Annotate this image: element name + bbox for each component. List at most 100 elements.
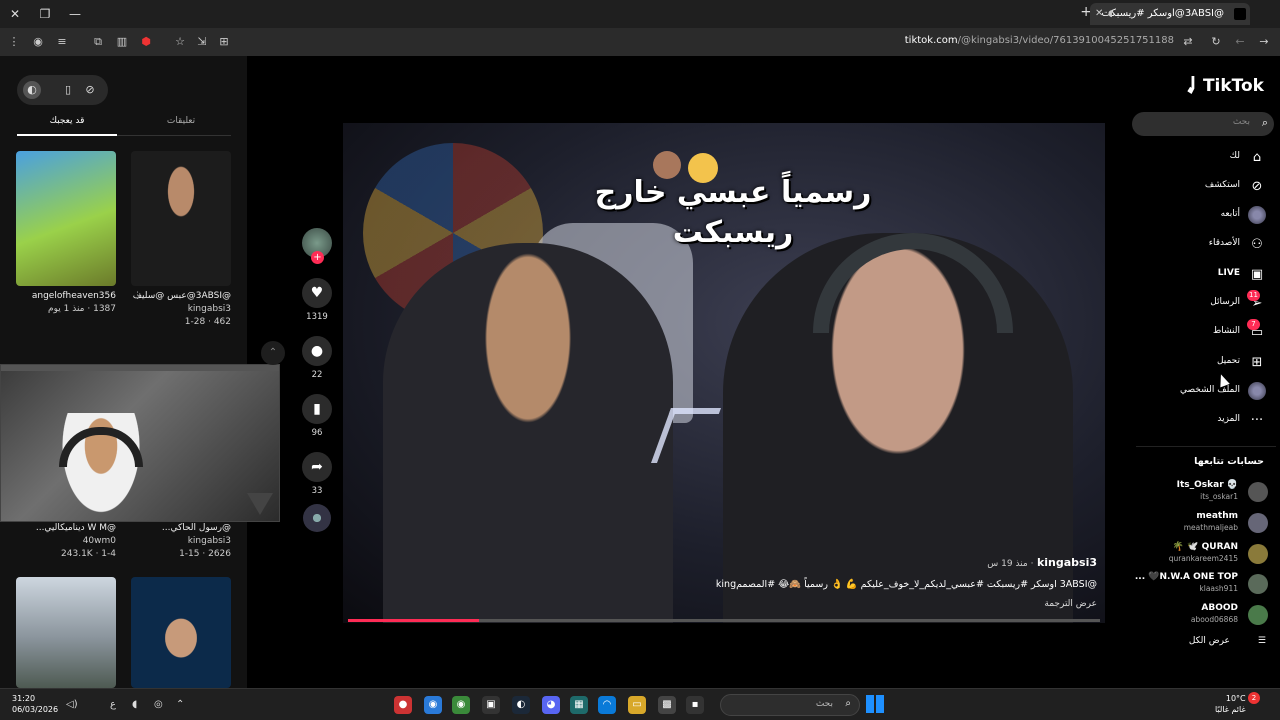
terminal-icon[interactable]: ▣ <box>482 696 500 714</box>
forward-icon[interactable]: ← <box>1232 34 1248 50</box>
tab-comments[interactable]: تعليقات <box>131 116 231 126</box>
app-icon[interactable]: ▩ <box>658 696 676 714</box>
bookmark-star-icon[interactable]: ☆ <box>172 34 188 50</box>
extension-2-icon[interactable]: ▥ <box>114 34 130 50</box>
phone-mode-icon[interactable]: ▯ <box>59 81 77 99</box>
temperature: 10°C <box>1225 694 1246 703</box>
video-author[interactable]: kingabsi3 · منذ 19 س <box>987 556 1097 569</box>
video-thumbnail[interactable] <box>131 577 231 688</box>
site-settings-icon[interactable]: ⇄ <box>1180 34 1196 50</box>
sidebar-item-messages[interactable]: ➢ 11 الرسائل <box>1138 290 1266 314</box>
app-icon[interactable]: ◉ <box>424 696 442 714</box>
sidebar-item-more[interactable]: ··· المزيد <box>1138 411 1266 431</box>
back-icon[interactable]: → <box>1256 34 1272 50</box>
search-icon[interactable]: ⌕ <box>1262 116 1268 130</box>
video-card[interactable] <box>16 577 116 688</box>
sidebar-item-label: استكشف <box>1204 180 1240 190</box>
like-button[interactable]: ♥ <box>302 278 332 308</box>
share-button[interactable]: ➦ <box>302 452 332 482</box>
video-thumbnail[interactable] <box>16 151 116 286</box>
comment-button[interactable]: ● <box>302 336 332 366</box>
sidebar-item-explore[interactable]: ⊘ استكشف <box>1138 177 1266 197</box>
minimize-window-icon[interactable]: — <box>64 4 86 24</box>
speaker-icon[interactable]: ◖ <box>1108 3 1113 25</box>
extension-icon[interactable]: ◉ <box>30 34 46 50</box>
reload-icon[interactable]: ↻ <box>1208 34 1224 50</box>
author-avatar[interactable]: + <box>302 228 332 264</box>
url-domain: tiktok.com <box>904 35 958 46</box>
taskbar-search-input[interactable]: بحث ⌕ <box>720 694 860 716</box>
save-button[interactable]: ▮ <box>302 394 332 424</box>
video-thumbnail[interactable] <box>16 577 116 688</box>
tab-you-may-like[interactable]: قد يعجبك <box>17 116 117 136</box>
account-handle: abood06868 <box>1190 615 1238 624</box>
cast-icon[interactable]: ⊞ <box>216 34 232 50</box>
file-explorer-icon[interactable]: ▭ <box>628 696 646 714</box>
followed-account[interactable]: ABOOD abood06868 <box>1138 603 1268 629</box>
followed-account[interactable]: 💀 Its_Oskar its_oskar1 <box>1138 480 1268 506</box>
restore-window-icon[interactable]: ❐ <box>34 4 56 24</box>
video-card[interactable]: ⋮ @3ABSI@عبس @سليف 7madh@... kingabsi3 4… <box>131 151 231 329</box>
sidebar-item-following[interactable]: أتابعه <box>1138 206 1266 226</box>
followed-account[interactable]: QURAN 🕊️ 🌴 qurankareem2415 <box>1138 542 1268 568</box>
discord-icon[interactable]: ◕ <box>542 696 560 714</box>
sidebar-item-friends[interactable]: ⚇ الأصدقاء <box>1138 235 1266 255</box>
chrome-icon[interactable]: ◉ <box>452 696 470 714</box>
volume-icon[interactable]: ◁) <box>66 699 78 710</box>
see-all-link[interactable]: ☰ عرض الكل <box>1189 636 1266 646</box>
progress-fill <box>348 619 479 622</box>
avatar-mode-icon[interactable]: ◐ <box>23 81 41 99</box>
sidebar-item-profile[interactable]: الملف الشخصي <box>1138 382 1266 402</box>
sidebar-item-upload[interactable]: ⊞ تحميل <box>1138 353 1266 373</box>
sidebar-item-activity[interactable]: ▭ 7 النشاط <box>1138 319 1266 343</box>
adblock-icon[interactable]: ⬢ <box>138 34 154 50</box>
video-thumbnail[interactable] <box>131 151 231 286</box>
extensions-puzzle-icon[interactable]: ⧉ <box>90 34 106 50</box>
scroll-up-button[interactable]: ⌃ <box>261 341 285 365</box>
install-app-icon[interactable]: ⇲ <box>194 34 210 50</box>
microphone-icon[interactable]: ◖ <box>132 699 137 710</box>
more-options-icon[interactable]: ⋮ <box>133 291 142 301</box>
weather-widget[interactable]: 10°C غائم غالبًا <box>1215 693 1246 715</box>
account-avatar <box>1248 482 1268 502</box>
search-input[interactable]: بحث ⌕ <box>1132 112 1274 136</box>
app-icon[interactable]: ▪ <box>686 696 704 714</box>
webcam-overlay <box>0 364 280 522</box>
menu-dots-icon[interactable]: ⋮ <box>6 34 22 50</box>
follow-plus-icon[interactable]: + <box>311 251 324 264</box>
video-progress-bar[interactable] <box>348 619 1100 622</box>
tiktok-logo[interactable]: TikTok <box>1186 76 1264 96</box>
video-card[interactable]: angelofheaven356 1387 · منذ 1 يوم <box>16 151 116 316</box>
compass-mode-icon[interactable]: ⊘ <box>81 81 99 99</box>
network-icon[interactable]: ◎ <box>154 699 163 710</box>
share-count: 33 <box>311 486 323 496</box>
chevron-up-icon[interactable]: ⌃ <box>176 699 184 710</box>
language-indicator[interactable]: ع <box>110 699 116 710</box>
followed-account[interactable]: meathm meathmaljeab <box>1138 511 1268 537</box>
store-icon[interactable]: ▦ <box>570 696 588 714</box>
reading-list-icon[interactable]: ≡ <box>54 34 70 50</box>
tab-title: @3ABSI@اوسكر #ريسبكت <box>1101 8 1224 19</box>
video-description: @3ABSI اوسكر #ريسبكت #عبسي_لديكم_لا_خوف_… <box>715 579 1097 590</box>
author-name[interactable]: kingabsi3 <box>1037 556 1097 569</box>
browser-tab[interactable]: @3ABSI@اوسكر #ريسبكت ◖ ✕ <box>1090 3 1250 25</box>
url-field[interactable]: tiktok.com/@kingabsi3/video/761391004525… <box>905 35 1174 46</box>
music-disc-icon[interactable] <box>303 504 331 532</box>
steam-icon[interactable]: ◐ <box>512 696 530 714</box>
notification-badge[interactable]: 2 <box>1248 692 1260 704</box>
close-tab-icon[interactable]: ✕ <box>1095 3 1103 25</box>
app-icon[interactable]: ● <box>394 696 412 714</box>
sidebar-item-for-you[interactable]: ⌂ لك <box>1138 148 1266 168</box>
sidebar-item-live[interactable]: ▣ LIVE <box>1138 265 1266 285</box>
video-card-title: @W M ديناميكاليي... <box>35 523 116 533</box>
sidebar-item-label: الملف الشخصي <box>1180 385 1240 395</box>
close-window-icon[interactable]: ✕ <box>4 4 26 24</box>
video-card[interactable] <box>131 577 231 688</box>
followed-account[interactable]: N.W.A ONE TOP🖤 ... klaash911 <box>1135 572 1268 598</box>
edge-icon[interactable]: ◠ <box>598 696 616 714</box>
video-card-meta: 1387 · منذ 1 يوم <box>48 304 116 314</box>
video-player[interactable]: رسمياً عبسي خارج ريسبكت kingabsi3 · منذ … <box>343 123 1105 623</box>
taskbar-clock[interactable]: 31:20 06/03/2026 <box>12 693 58 715</box>
windows-start-icon[interactable] <box>866 695 884 713</box>
translate-link[interactable]: عرض الترجمة <box>1044 599 1097 609</box>
